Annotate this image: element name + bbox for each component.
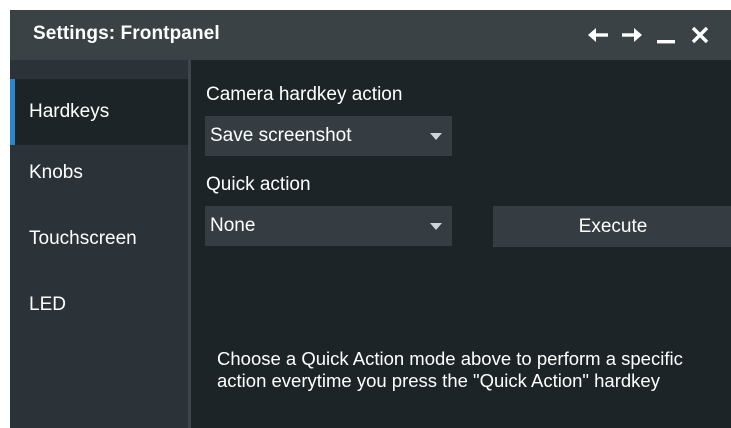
chevron-down-icon bbox=[430, 133, 442, 140]
camera-action-select[interactable]: Save screenshot bbox=[205, 116, 452, 156]
close-icon[interactable] bbox=[683, 22, 717, 48]
window-title: Settings: Frontpanel bbox=[33, 23, 220, 44]
quick-action-label: Quick action bbox=[206, 174, 311, 195]
execute-button-label: Execute bbox=[578, 215, 648, 237]
sidebar: Hardkeys Knobs Touchscreen LED bbox=[10, 60, 191, 428]
sidebar-item-label: Touchscreen bbox=[29, 228, 137, 249]
sidebar-item-label: Knobs bbox=[29, 162, 83, 183]
title-bar: Settings: Frontpanel bbox=[10, 10, 731, 60]
settings-window: Settings: Frontpanel Hardkeys Knobs Touc… bbox=[10, 10, 731, 428]
main-content: Camera hardkey action Save screenshot Qu… bbox=[191, 60, 731, 428]
minimize-icon[interactable] bbox=[649, 22, 683, 48]
active-indicator bbox=[10, 79, 15, 145]
chevron-down-icon bbox=[430, 223, 442, 230]
sidebar-item-touchscreen[interactable]: Touchscreen bbox=[10, 206, 188, 272]
sidebar-item-label: Hardkeys bbox=[29, 101, 110, 122]
execute-button[interactable]: Execute bbox=[493, 206, 731, 247]
quick-action-select[interactable]: None bbox=[205, 206, 452, 246]
camera-action-value: Save screenshot bbox=[210, 125, 352, 146]
arrow-left-icon[interactable] bbox=[581, 22, 615, 48]
camera-action-label: Camera hardkey action bbox=[206, 84, 403, 105]
sidebar-item-hardkeys[interactable]: Hardkeys bbox=[10, 79, 191, 145]
sidebar-item-label: LED bbox=[29, 294, 66, 315]
sidebar-item-knobs[interactable]: Knobs bbox=[10, 140, 188, 206]
help-text: Choose a Quick Action mode above to perf… bbox=[217, 348, 683, 391]
sidebar-item-led[interactable]: LED bbox=[10, 272, 188, 338]
quick-action-value: None bbox=[210, 215, 256, 236]
title-bar-controls bbox=[581, 22, 717, 48]
arrow-right-icon[interactable] bbox=[615, 22, 649, 48]
